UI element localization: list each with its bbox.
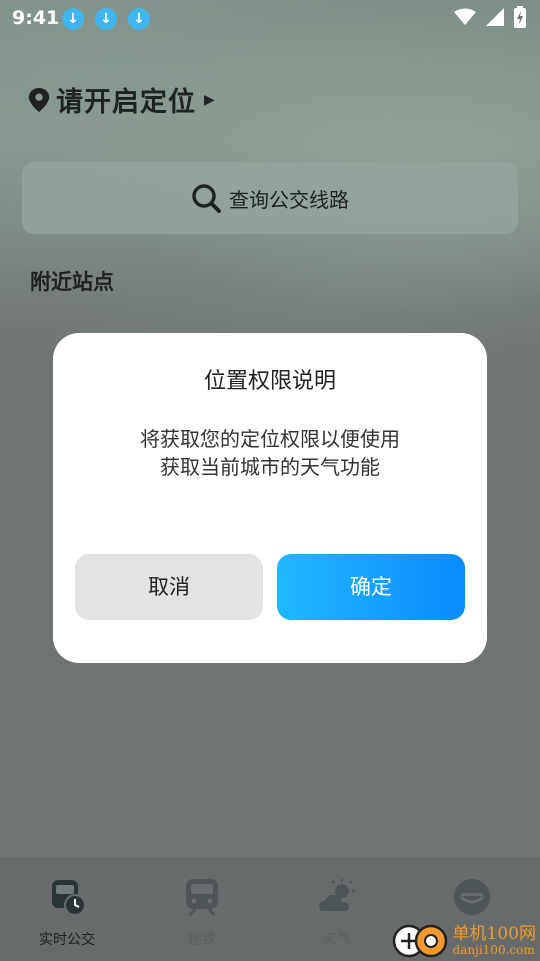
cancel-button[interactable]: 取消: [75, 554, 263, 620]
location-selector[interactable]: 请开启定位 ▶: [28, 80, 215, 119]
search-icon: [192, 184, 221, 213]
wifi-icon: [454, 8, 476, 25]
caret-right-icon: ▶: [204, 91, 215, 108]
status-bar: 9:41 ↓ ↓ ↓: [0, 0, 540, 36]
download-icon: ↓: [62, 8, 84, 30]
dialog-message-line: 将获取您的定位权限以便使用: [140, 427, 400, 451]
watermark-logo-icon: [392, 924, 447, 958]
nav-item-metro[interactable]: 地铁: [152, 877, 252, 949]
nav-item-realtime-bus[interactable]: 实时公交: [17, 877, 117, 949]
bottom-navigation: 实时公交 地铁 天气 单机100网 danji100.com: [0, 858, 540, 961]
bus-clock-icon: [52, 880, 86, 916]
nav-label: 天气: [323, 932, 351, 948]
location-pin-icon: [28, 87, 50, 112]
nav-item-weather[interactable]: 天气: [287, 877, 387, 949]
weather-icon: [319, 879, 355, 911]
nav-item-profile[interactable]: [422, 877, 522, 929]
search-bus-lines-button[interactable]: 查询公交线路: [22, 162, 518, 234]
profile-icon: [454, 879, 490, 915]
watermark: 单机100网 danji100.com: [391, 923, 536, 959]
nearby-stations-title: 附近站点: [30, 270, 114, 294]
status-time: 9:41: [12, 7, 60, 29]
location-text: 请开启定位: [56, 87, 196, 118]
watermark-url: danji100.com: [452, 942, 535, 957]
dialog-message: 将获取您的定位权限以便使用 获取当前城市的天气功能: [53, 425, 487, 481]
signal-icon: [486, 8, 504, 26]
search-label: 查询公交线路: [229, 187, 349, 212]
download-icon: ↓: [128, 8, 150, 30]
metro-icon: [186, 879, 218, 916]
watermark-text: 单机100网: [452, 923, 536, 944]
confirm-button[interactable]: 确定: [277, 554, 465, 620]
dialog-title: 位置权限说明: [203, 369, 336, 394]
dialog-message-line: 获取当前城市的天气功能: [160, 455, 380, 479]
download-icon: ↓: [95, 8, 117, 30]
battery-charging-icon: [514, 6, 526, 28]
nav-label: 实时公交: [39, 932, 95, 948]
nav-label: 地铁: [188, 932, 216, 948]
location-permission-dialog: 位置权限说明 将获取您的定位权限以便使用 获取当前城市的天气功能 取消 确定: [53, 333, 487, 663]
